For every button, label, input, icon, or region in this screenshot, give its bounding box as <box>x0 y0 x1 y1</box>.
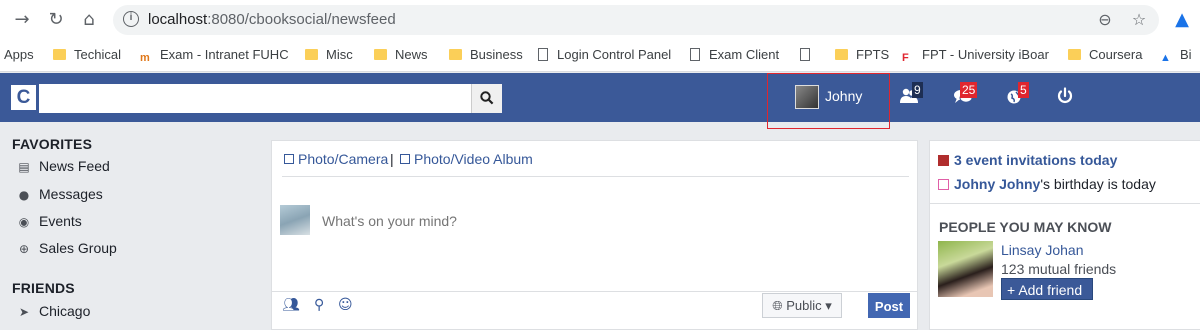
pymk-photo[interactable] <box>938 241 993 297</box>
favorites-title: FAVORITES <box>12 136 93 152</box>
notifications-badge: 5 <box>1018 82 1029 98</box>
page-icon <box>538 48 548 61</box>
app-logo[interactable]: C <box>11 85 36 110</box>
bookmark-page[interactable] <box>800 47 819 62</box>
browser-toolbar: → ↻ ⌂ i localhost:8080/cbooksocial/newsf… <box>0 0 1200 40</box>
info-icon[interactable]: i <box>123 11 139 27</box>
divider <box>930 203 1200 204</box>
life-ring-icon: ⊕ <box>18 242 30 256</box>
image-icon <box>284 154 294 164</box>
event-invitations[interactable]: 3 event invitations today <box>938 152 1117 168</box>
sidebar-item-messages[interactable]: ● Messages <box>16 186 103 206</box>
search-icon <box>480 91 494 105</box>
globe-icon: ● <box>18 188 30 202</box>
add-friend-button[interactable]: + Add friend <box>1001 278 1093 300</box>
reload-icon[interactable]: ↻ <box>44 8 68 32</box>
avatar[interactable] <box>795 85 819 109</box>
power-icon[interactable] <box>1054 86 1076 106</box>
bookmark-techical[interactable]: Techical <box>53 47 121 62</box>
drive-icon[interactable]: ▲ <box>1170 8 1194 32</box>
sidebar-item-events[interactable]: ◉ Events <box>16 213 82 233</box>
sidebar-item-news-feed[interactable]: ▤ News Feed <box>16 158 109 178</box>
folder-icon <box>374 49 387 60</box>
bookmark-login-control-panel[interactable]: Login Control Panel <box>538 47 671 62</box>
divider <box>272 291 917 292</box>
back-icon[interactable]: → <box>10 8 34 32</box>
folder-icon <box>53 49 66 60</box>
sidebar-item-sales-group[interactable]: ⊕ Sales Group <box>16 240 117 260</box>
post-button[interactable]: Post <box>868 293 910 318</box>
right-panel: 3 event invitations today Johny Johny's … <box>929 140 1200 330</box>
bookmark-business[interactable]: Business <box>449 47 523 62</box>
folder-icon <box>1068 49 1081 60</box>
friends-badge: 9 <box>912 82 923 98</box>
page-icon <box>800 48 810 61</box>
sidebar-item-chicago[interactable]: ➤ Chicago <box>16 303 90 323</box>
bookmark-misc[interactable]: Misc <box>305 47 353 62</box>
folder-icon <box>305 49 318 60</box>
tag-friends-icon[interactable]: 👥︎ <box>282 297 300 313</box>
home-icon[interactable]: ⌂ <box>77 8 101 32</box>
pymk-title: PEOPLE YOU MAY KNOW <box>939 219 1112 235</box>
messages-badge: 25 <box>960 82 978 98</box>
divider <box>282 176 909 177</box>
bookmarks-bar: Apps Techical m Exam - Intranet FUHC Misc… <box>0 40 1200 72</box>
bookmark-fpts[interactable]: FPTS <box>835 47 889 62</box>
privacy-dropdown[interactable]: 🌐︎ Public ▾ <box>762 293 842 318</box>
post-composer: Photo/Camera | Photo/Video Album 👥︎ ⚲ ☺ … <box>271 140 918 330</box>
search-button[interactable] <box>471 84 502 113</box>
address-bar[interactable]: i localhost:8080/cbooksocial/newsfeed ⊖ … <box>113 5 1159 35</box>
zoom-icon[interactable]: ⊖ <box>1095 10 1115 30</box>
drive-icon: ▲ <box>1160 52 1171 64</box>
folder-icon <box>835 49 848 60</box>
profile-name[interactable]: Johny <box>825 88 862 104</box>
photo-album-link[interactable]: Photo/Video Album <box>400 151 533 167</box>
status-input[interactable] <box>322 213 722 229</box>
pymk-mutual-friends: 123 mutual friends <box>1001 261 1117 277</box>
fuhc-icon: m <box>140 52 150 64</box>
user-thumbnail <box>280 205 310 235</box>
link-separator: | <box>390 151 394 167</box>
smiley-icon[interactable]: ☺ <box>338 297 353 313</box>
newspaper-icon: ▤ <box>18 160 30 174</box>
friends-title: FRIENDS <box>12 280 75 296</box>
bookmark-coursera[interactable]: Coursera <box>1068 47 1142 62</box>
address-url[interactable]: localhost:8080/cbooksocial/newsfeed <box>148 11 396 28</box>
photo-camera-link[interactable]: Photo/Camera <box>284 151 388 167</box>
page-icon <box>690 48 700 61</box>
location-arrow-icon: ➤ <box>18 305 30 319</box>
bookmark-fpt-university[interactable]: F FPT - University iBoar <box>902 47 1052 65</box>
pymk-name[interactable]: Linsay Johan <box>1001 242 1084 258</box>
album-icon <box>400 154 410 164</box>
fpt-icon: F <box>902 52 909 64</box>
calendar-icon <box>938 179 949 190</box>
bookmark-news[interactable]: News <box>374 47 428 62</box>
bookmark-exam-client[interactable]: Exam Client <box>690 47 779 62</box>
gift-icon <box>938 155 949 166</box>
add-user-icon: + <box>1007 282 1016 298</box>
folder-icon <box>449 49 462 60</box>
birthday-notice: Johny Johny's birthday is today <box>938 176 1156 192</box>
location-pin-icon[interactable]: ⚲ <box>314 297 324 313</box>
bookmark-star-icon[interactable]: ☆ <box>1129 10 1149 30</box>
search-input[interactable] <box>39 84 471 113</box>
bookmark-bi[interactable]: ▲ Bi <box>1160 47 1192 65</box>
chat-icon: ◉ <box>18 215 30 229</box>
bookmark-exam-intranet[interactable]: m Exam - Intranet FUHC <box>140 47 290 65</box>
bookmark-apps[interactable]: Apps <box>4 47 34 62</box>
